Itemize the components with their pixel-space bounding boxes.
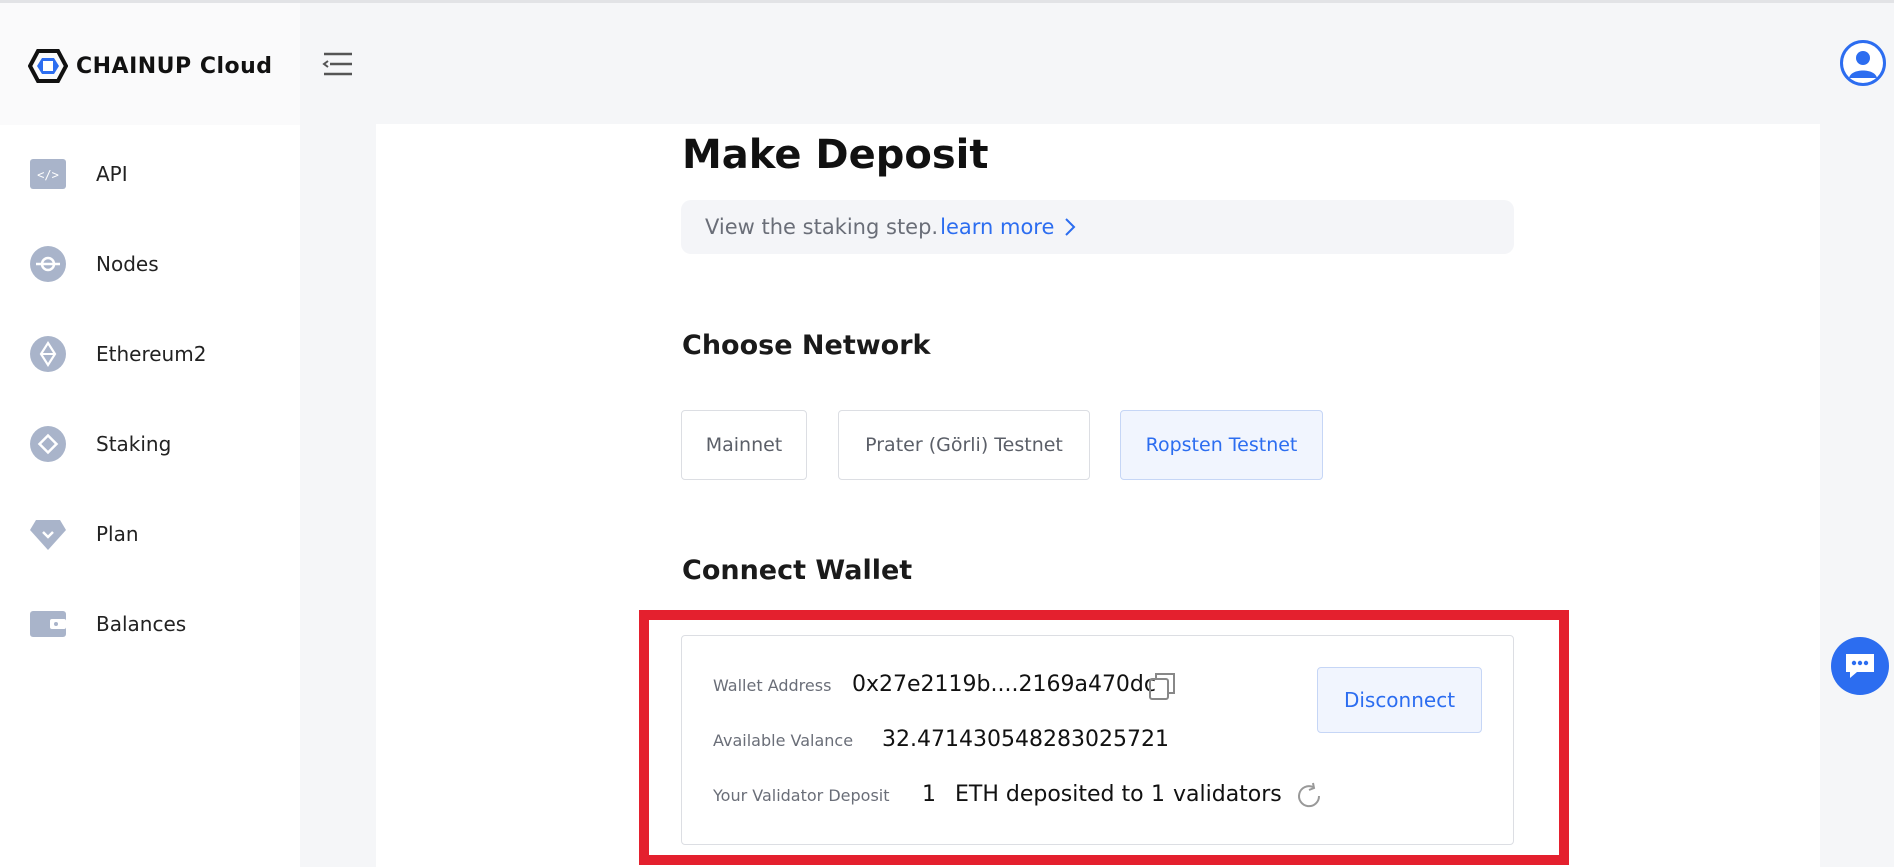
sidebar-item-label: Staking <box>96 432 172 456</box>
chevron-right-icon <box>1065 218 1076 236</box>
network-option-mainnet[interactable]: Mainnet <box>681 410 807 480</box>
balance-label: Available Valance <box>713 731 854 750</box>
chainup-logo-icon <box>28 49 68 83</box>
brand-logo[interactable]: CHAINUP Cloud <box>28 49 273 83</box>
user-icon <box>1843 43 1883 83</box>
sidebar-nav: </> API Nodes Ethereum2 Staking Plan Bal… <box>0 129 300 669</box>
sidebar-item-plan[interactable]: Plan <box>0 489 300 579</box>
chat-icon <box>1846 654 1874 678</box>
deposit-validators-count: 1 <box>1151 782 1165 807</box>
chat-support-button[interactable] <box>1831 637 1889 695</box>
network-option-prater[interactable]: Prater (Görli) Testnet <box>838 410 1090 480</box>
sidebar: CHAINUP Cloud </> API Nodes Ethereum2 St… <box>0 3 300 867</box>
copy-icon[interactable] <box>1148 671 1176 701</box>
sidebar-item-nodes[interactable]: Nodes <box>0 219 300 309</box>
sidebar-item-ethereum2[interactable]: Ethereum2 <box>0 309 300 399</box>
sidebar-item-api[interactable]: </> API <box>0 129 300 219</box>
staking-info-bar: View the staking step. learn more <box>681 200 1514 254</box>
validator-deposit-label: Your Validator Deposit <box>713 786 890 805</box>
ethereum-icon <box>30 336 66 372</box>
sidebar-item-label: Nodes <box>96 252 159 276</box>
node-icon <box>30 246 66 282</box>
choose-network-title: Choose Network <box>682 330 931 361</box>
user-avatar[interactable] <box>1840 40 1886 86</box>
disconnect-button[interactable]: Disconnect <box>1317 667 1482 733</box>
wallet-address-label: Wallet Address <box>713 676 832 695</box>
sidebar-item-label: Ethereum2 <box>96 342 207 366</box>
connect-wallet-title: Connect Wallet <box>682 555 913 586</box>
diamond-icon <box>30 516 66 552</box>
deposit-amount: 1 <box>922 782 936 807</box>
sidebar-item-label: Plan <box>96 522 139 546</box>
page-title: Make Deposit <box>682 132 989 178</box>
deposit-validators-text: validators <box>1173 782 1282 807</box>
deposit-text: ETH deposited to <box>955 782 1144 807</box>
sidebar-item-label: API <box>96 162 128 186</box>
network-option-ropsten[interactable]: Ropsten Testnet <box>1120 410 1323 480</box>
info-text: View the staking step. <box>705 215 939 239</box>
refresh-icon[interactable] <box>1293 780 1325 812</box>
menu-toggle-icon[interactable] <box>322 50 354 78</box>
sidebar-item-balances[interactable]: Balances <box>0 579 300 669</box>
sidebar-item-label: Balances <box>96 612 187 636</box>
wallet-icon <box>30 606 66 642</box>
balance-value: 32.471430548283025721 <box>882 727 1169 752</box>
staking-icon <box>30 426 66 462</box>
learn-more-label: learn more <box>940 215 1055 239</box>
svg-text:</>: </> <box>37 168 59 182</box>
wallet-address-value: 0x27e2119b....2169a470dc <box>852 672 1156 697</box>
brand-name: CHAINUP Cloud <box>76 53 273 79</box>
sidebar-item-staking[interactable]: Staking <box>0 399 300 489</box>
code-icon: </> <box>30 156 66 192</box>
learn-more-link[interactable]: learn more <box>940 215 1076 239</box>
